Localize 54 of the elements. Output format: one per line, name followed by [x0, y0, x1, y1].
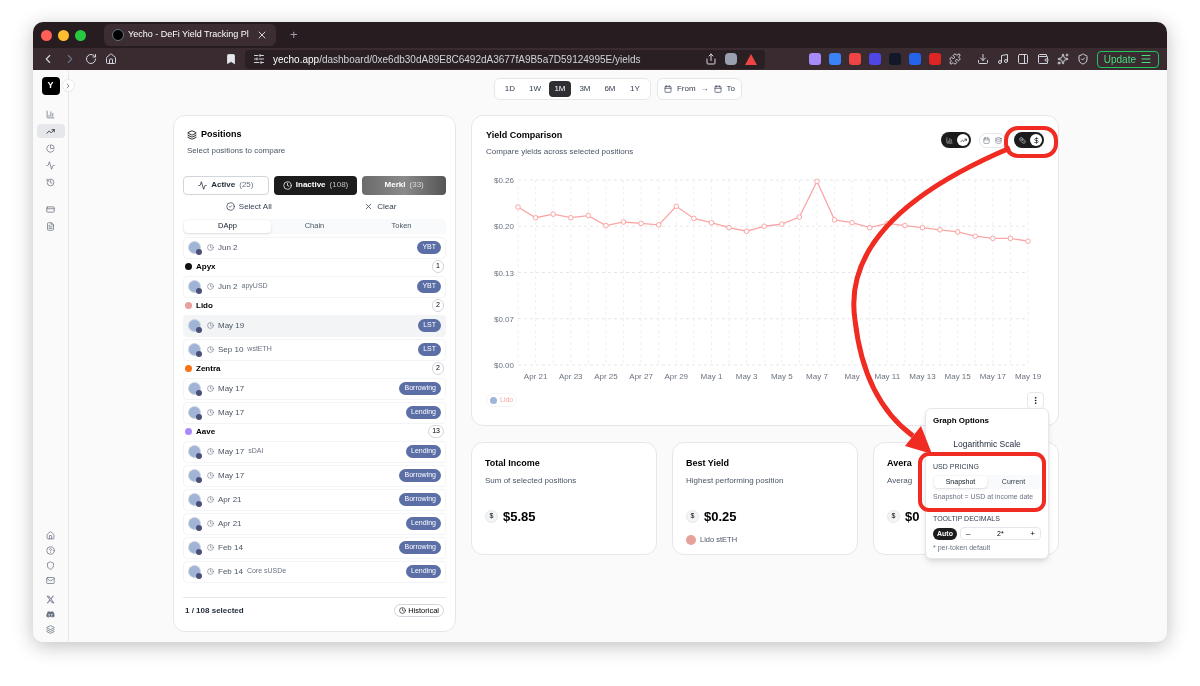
position-date: Apr 21 — [218, 493, 242, 506]
x-axis-label: Apr 21 — [523, 371, 548, 381]
position-date: Jun 2 — [218, 280, 238, 293]
position-date: Feb 14 — [218, 541, 243, 554]
menu-title: Graph Options — [933, 415, 990, 427]
chart-subtitle: Compare yields across selected positions — [486, 145, 634, 158]
stat-title: Total Income — [485, 457, 540, 470]
protocol-name: Aave — [196, 425, 216, 438]
y-axis-label: $0.13 — [493, 268, 514, 277]
stat-value: $0.25 — [704, 507, 737, 526]
stat-subtitle: Averag — [887, 474, 913, 487]
tab-title: Yecho - DeFi Yield Tracking Pl — [128, 28, 249, 42]
position-date: Jun 2 — [218, 241, 238, 254]
protocol-name: Zentra — [196, 362, 221, 375]
x-axis-label: May 11 — [874, 371, 901, 381]
x-axis-label: Apr 23 — [558, 371, 583, 381]
position-date: May 19 — [218, 319, 245, 332]
position-date: May 17 — [218, 406, 245, 419]
position-date: Sep 10 — [218, 343, 244, 356]
stat-subtitle: Highest performing position — [686, 474, 784, 487]
x-axis-label: May 15 — [944, 371, 971, 381]
position-date: May 17 — [218, 445, 245, 458]
panel-title: Positions — [201, 128, 242, 141]
x-axis-label: May 7 — [806, 371, 828, 381]
y-axis-label: $0.20 — [493, 221, 514, 231]
y-axis-label: $0.26 — [493, 175, 514, 185]
x-axis-label: May 5 — [770, 371, 793, 381]
stat-title: Avera — [887, 457, 912, 470]
position-date: Apr 21 — [218, 517, 242, 530]
url-text: yecho.app/dashboard/0xe6db30dA89E8C6492dA3677fA9B5a7D59124995E/yields — [273, 52, 641, 67]
x-axis-label: May 1 — [700, 371, 723, 381]
chart-title: Yield Comparison — [486, 129, 564, 142]
position-date: Feb 14 — [218, 565, 243, 578]
x-axis-label: May 19 — [1014, 371, 1042, 381]
protocol-name: Apyx — [196, 260, 216, 273]
position-date: May 17 — [218, 469, 245, 482]
y-axis-label: $0.00 — [493, 360, 514, 370]
position-date: May 17 — [218, 382, 245, 395]
stat-value: $0 — [905, 507, 920, 526]
x-axis-label: May 3 — [735, 371, 758, 381]
y-axis-label: $0.07 — [493, 314, 514, 324]
arrow-text: → — [700, 83, 709, 95]
x-axis-label: May — [844, 371, 860, 381]
stat-title: Best Yield — [686, 457, 730, 470]
panel-subtitle: Select positions to compare — [186, 144, 287, 157]
x-axis-label: Apr 29 — [664, 371, 689, 381]
x-axis-label: Apr 25 — [594, 371, 618, 381]
stat-value: $5.85 — [503, 507, 536, 526]
x-axis-label: May 13 — [909, 371, 936, 381]
x-axis-label: May 17 — [979, 371, 1006, 381]
selection-count: 1 / 108 selected — [185, 604, 244, 617]
x-axis-label: Apr 27 — [629, 371, 653, 381]
protocol-name: Lido — [196, 299, 213, 312]
stat-subtitle: Sum of selected positions — [485, 474, 577, 487]
